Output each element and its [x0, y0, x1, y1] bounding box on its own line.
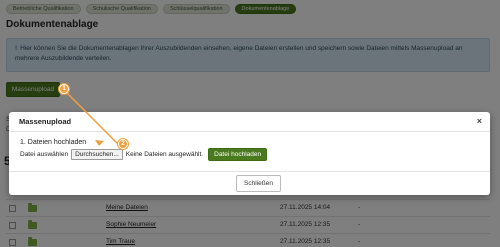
upload-step-label: 1. Dateien hochladen: [20, 139, 87, 146]
file-input-row: Datei auswählen Durchsuchen... Keine Dat…: [20, 148, 268, 161]
close-button[interactable]: Schließen: [236, 175, 281, 192]
annotation-marker-2: 2: [118, 139, 128, 149]
no-file-status: Keine Dateien ausgewählt.: [125, 151, 204, 158]
dialog-footer: Schließen: [9, 171, 490, 195]
dialog-header: Massenupload ×: [9, 112, 490, 132]
file-select-label: Datei auswählen: [20, 151, 69, 158]
annotation-marker-1: 1: [59, 84, 69, 94]
close-icon[interactable]: ×: [477, 116, 482, 126]
dialog-title: Massenupload: [19, 117, 72, 126]
browse-button[interactable]: Durchsuchen...: [71, 149, 123, 160]
mass-upload-dialog: Massenupload × 1. Dateien hochladen Date…: [9, 112, 490, 195]
upload-file-button[interactable]: Datei hochladen: [208, 148, 268, 161]
